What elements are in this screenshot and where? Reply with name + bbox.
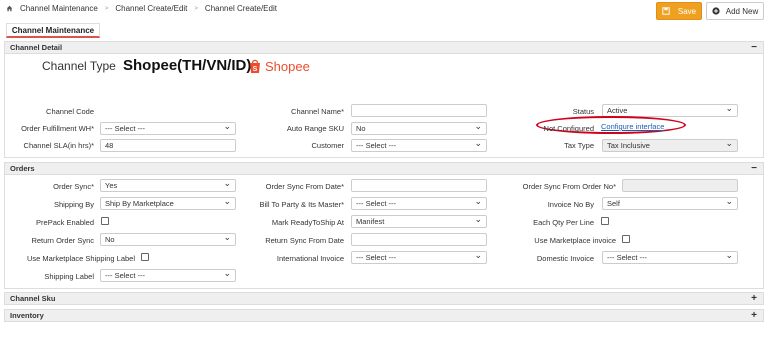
add-new-label: Add New: [725, 6, 759, 16]
status-select[interactable]: Active: [602, 103, 738, 117]
bill-to-party-label: Bill To Party & Its Master*: [259, 200, 344, 209]
configure-interface-link[interactable]: Configure interface: [601, 122, 664, 131]
collapse-icon[interactable]: −: [751, 42, 757, 53]
expand-icon[interactable]: +: [751, 293, 757, 304]
auto-range-sku-label: Auto Range SKU: [286, 124, 344, 133]
use-marketplace-shipping-label-label: Use Marketplace Shipping Label: [27, 254, 135, 263]
save-label: Save: [677, 6, 697, 16]
status-label: Status: [572, 107, 594, 116]
breadcrumb-item-2[interactable]: Channel Create/Edit: [115, 4, 187, 13]
inventory-header[interactable]: Inventory +: [4, 309, 764, 322]
return-sync-from-date-input[interactable]: [351, 233, 487, 246]
order-sync-from-order-no-input[interactable]: [622, 179, 738, 192]
save-button[interactable]: Save: [656, 2, 702, 20]
tab-channel-maintenance[interactable]: Channel Maintenance: [6, 23, 100, 38]
order-sync-select[interactable]: Yes: [100, 178, 236, 192]
return-sync-from-date-label: Return Sync From Date: [265, 236, 344, 245]
svg-text:S: S: [253, 66, 258, 73]
shipping-by-label: Shipping By: [53, 200, 94, 209]
shipping-label-select[interactable]: --- Select ---: [100, 268, 236, 282]
channel-type-value: Shopee(TH/VN/ID): [123, 57, 252, 74]
auto-range-sku-select[interactable]: No: [351, 121, 487, 135]
prepack-enabled-label: PrePack Enabled: [36, 218, 94, 227]
prepack-enabled-checkbox[interactable]: [101, 217, 109, 225]
order-sync-from-order-no-label: Order Sync From Order No*: [522, 182, 616, 191]
return-order-sync-label: Return Order Sync: [31, 236, 94, 245]
international-invoice-label: International Invoice: [276, 254, 344, 263]
use-marketplace-shipping-label-checkbox[interactable]: [141, 253, 149, 261]
invoice-no-by-select[interactable]: Self: [602, 196, 738, 210]
channel-sku-header[interactable]: Channel Sku +: [4, 292, 764, 305]
breadcrumb-separator-icon: >: [104, 5, 109, 12]
tax-type-select[interactable]: Tax Inclusive: [602, 138, 738, 152]
order-sync-from-date-label: Order Sync From Date*: [265, 182, 344, 191]
each-qty-per-line-checkbox[interactable]: [601, 217, 609, 225]
channel-code-label: Channel Code: [46, 107, 94, 116]
channel-sku-title: Channel Sku: [10, 294, 56, 303]
shopee-logo-text: Shopee: [265, 58, 310, 74]
international-invoice-select[interactable]: --- Select ---: [351, 250, 487, 264]
order-fulfillment-wh-label: Order Fulfillment WH*: [21, 124, 94, 133]
breadcrumb: Channel Maintenance > Channel Create/Edi…: [6, 4, 277, 13]
save-icon: [662, 7, 670, 15]
channel-type-label: Channel Type: [42, 59, 116, 73]
home-icon[interactable]: [6, 5, 13, 12]
breadcrumb-separator-icon: >: [194, 5, 198, 12]
customer-label: Customer: [311, 141, 344, 150]
not-configured-label: Not Configured: [543, 124, 594, 133]
return-order-sync-select[interactable]: No: [100, 232, 236, 246]
shopee-bag-icon: S: [250, 59, 260, 73]
order-fulfillment-wh-select[interactable]: --- Select ---: [100, 121, 236, 135]
breadcrumb-item-1[interactable]: Channel Maintenance: [20, 4, 98, 13]
use-marketplace-invoice-label: Use Marketplace invoice: [534, 236, 616, 245]
domestic-invoice-label: Domestic Invoice: [536, 254, 594, 263]
channel-name-label: Channel Name*: [291, 107, 344, 116]
plus-circle-icon: [712, 7, 720, 15]
add-new-button[interactable]: Add New: [706, 2, 764, 20]
order-sync-from-date-input[interactable]: [351, 179, 487, 192]
use-marketplace-invoice-checkbox[interactable]: [622, 235, 630, 243]
domestic-invoice-select[interactable]: --- Select ---: [602, 250, 738, 264]
orders-title: Orders: [10, 164, 35, 173]
order-sync-label: Order Sync*: [53, 182, 94, 191]
customer-select[interactable]: --- Select ---: [351, 138, 487, 152]
mark-ready-to-ship-at-select[interactable]: Manifest: [351, 214, 487, 228]
collapse-icon[interactable]: −: [751, 163, 757, 174]
top-bar: Channel Maintenance > Channel Create/Edi…: [0, 0, 768, 22]
breadcrumb-item-3: Channel Create/Edit: [204, 4, 277, 13]
each-qty-per-line-label: Each Qty Per Line: [533, 218, 594, 227]
mark-ready-to-ship-at-label: Mark ReadyToShip At: [271, 218, 344, 227]
tax-type-label: Tax Type: [564, 141, 594, 150]
channel-detail-title: Channel Detail: [10, 43, 63, 52]
orders-header[interactable]: Orders −: [4, 162, 764, 175]
inventory-title: Inventory: [10, 311, 44, 320]
bill-to-party-select[interactable]: --- Select ---: [351, 196, 487, 210]
channel-sla-input[interactable]: 48: [100, 139, 236, 152]
shopee-logo: S Shopee: [248, 58, 310, 74]
channel-sla-label: Channel SLA(in hrs)*: [23, 141, 94, 150]
channel-detail-header[interactable]: Channel Detail −: [4, 41, 764, 54]
expand-icon[interactable]: +: [751, 310, 757, 321]
shipping-by-select[interactable]: Ship By Marketplace: [100, 196, 236, 210]
shipping-label-label: Shipping Label: [44, 272, 94, 281]
channel-name-input[interactable]: [351, 104, 487, 117]
invoice-no-by-label: Invoice No By: [547, 200, 594, 209]
